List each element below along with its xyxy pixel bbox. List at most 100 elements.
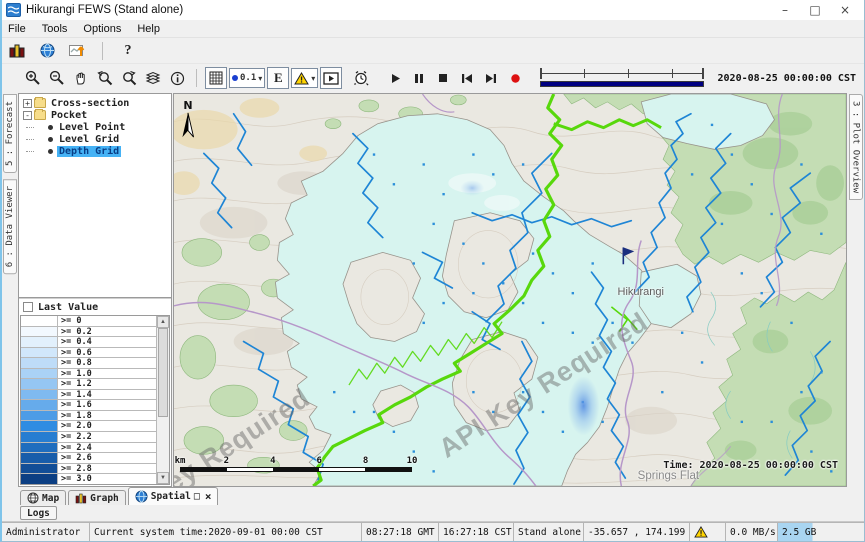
- zoom-previous-icon[interactable]: [94, 67, 116, 89]
- expand-icon[interactable]: +: [23, 99, 32, 108]
- info-icon[interactable]: [166, 67, 188, 89]
- time-slider[interactable]: [538, 68, 705, 88]
- tab-forecast[interactable]: 5 : Forecast: [3, 94, 17, 173]
- menu-tools[interactable]: Tools: [42, 23, 68, 35]
- database-icon[interactable]: [6, 40, 28, 62]
- app-window: Hikurangi FEWS (Stand alone) – □ × File …: [0, 0, 865, 542]
- scale-segment: [365, 468, 411, 471]
- data-viewer-panel: +Cross-section-PocketLevel PointLevel Gr…: [18, 93, 172, 487]
- bullet-icon: [48, 149, 53, 154]
- timeseries-dialog-icon[interactable]: [66, 40, 88, 62]
- help-button[interactable]: ?: [117, 40, 139, 62]
- legend-list: >= 0>= 0.2>= 0.4>= 0.6>= 0.8>= 1.0>= 1.2…: [20, 315, 170, 485]
- scale-tick-label: 10: [407, 456, 418, 466]
- classbreaks-dot-icon: [232, 75, 238, 81]
- stop-button[interactable]: [432, 67, 454, 89]
- legend-toggle-button[interactable]: E: [267, 67, 289, 89]
- legend-value-label: >= 1.6: [58, 400, 156, 410]
- tree-connector: [26, 151, 34, 152]
- menu-help[interactable]: Help: [137, 23, 160, 35]
- legend-value-label: >= 0.8: [58, 358, 156, 368]
- minimize-button[interactable]: –: [770, 3, 800, 17]
- grid-display-button[interactable]: [205, 67, 227, 89]
- tab-restore-icon[interactable]: □: [194, 491, 200, 502]
- menu-options[interactable]: Options: [83, 23, 121, 35]
- last-value-checkbox[interactable]: [23, 302, 33, 312]
- scroll-up-icon[interactable]: ▲: [157, 316, 169, 328]
- legend-color-swatch: [21, 432, 58, 442]
- legend-color-swatch: [21, 337, 58, 347]
- logs-tab[interactable]: Logs: [20, 506, 57, 520]
- menu-bar: File Tools Options Help: [2, 20, 864, 38]
- legend-row: >= 0.8: [21, 358, 156, 369]
- tree-item-cross-section[interactable]: +Cross-section: [21, 97, 171, 109]
- north-arrow: N: [181, 99, 195, 141]
- tree-item-level-grid[interactable]: Level Grid: [21, 133, 171, 145]
- tab-graph[interactable]: Graph: [68, 490, 126, 505]
- go-first-button[interactable]: [456, 67, 478, 89]
- classbreaks-dropdown[interactable]: 0.1 ▾: [229, 68, 265, 88]
- zoom-next-icon[interactable]: [118, 67, 140, 89]
- scroll-thumb[interactable]: [158, 328, 168, 417]
- legend-row: >= 1.2: [21, 379, 156, 390]
- tree-item-depth-grid[interactable]: Depth Grid: [21, 145, 171, 157]
- scroll-down-icon[interactable]: ▼: [157, 472, 169, 484]
- legend-color-swatch: [21, 453, 58, 463]
- legend-value-label: >= 2.4: [58, 443, 156, 453]
- globe-blue-icon: [135, 490, 148, 503]
- tab-close-icon[interactable]: ×: [205, 490, 212, 503]
- scale-bar-segments: [180, 467, 412, 472]
- scroll-track[interactable]: [157, 328, 169, 472]
- status-alerts[interactable]: [690, 523, 726, 541]
- legend-scrollbar[interactable]: ▲ ▼: [156, 316, 169, 484]
- toolbar-separator: [102, 42, 103, 60]
- scale-tick-label: 6: [316, 456, 321, 466]
- status-system-time: Current system time:2020-09-01 00:00 CST: [90, 523, 362, 541]
- legend-rows: >= 0>= 0.2>= 0.4>= 0.6>= 0.8>= 1.0>= 1.2…: [21, 316, 156, 485]
- time-slider-range-bar[interactable]: [540, 81, 703, 87]
- tab-graph-label: Graph: [90, 493, 119, 504]
- zoom-in-icon[interactable]: [22, 67, 44, 89]
- map-label-springs-flat: Springs Flat: [638, 470, 699, 482]
- tab-data-viewer[interactable]: 6 : Data Viewer: [3, 179, 17, 274]
- legend-value-label: >= 2.8: [58, 464, 156, 474]
- pan-hand-icon[interactable]: [70, 67, 92, 89]
- classbreaks-value: 0.1: [240, 73, 256, 83]
- title-bar: Hikurangi FEWS (Stand alone) – □ ×: [2, 0, 864, 20]
- tab-plot-overview[interactable]: 3 : Plot Overview: [849, 94, 863, 200]
- right-tab-strip: 3 : Plot Overview: [847, 92, 864, 487]
- menu-file[interactable]: File: [8, 23, 26, 35]
- close-button[interactable]: ×: [830, 3, 860, 17]
- tab-spatial[interactable]: Spatial □ ×: [128, 487, 219, 505]
- legend-color-swatch: [21, 400, 58, 410]
- legend-color-swatch: [21, 358, 58, 368]
- legend-color-swatch: [21, 464, 58, 474]
- go-last-button[interactable]: [480, 67, 502, 89]
- zoom-out-icon[interactable]: [46, 67, 68, 89]
- tree-item-pocket[interactable]: -Pocket: [21, 109, 171, 121]
- tree-item-level-point[interactable]: Level Point: [21, 121, 171, 133]
- dock-tabs: Map Graph Spatial □ ×: [2, 487, 864, 505]
- legend-row: >= 1.4: [21, 390, 156, 401]
- pause-button[interactable]: [408, 67, 430, 89]
- play-button[interactable]: [384, 67, 406, 89]
- collapse-icon[interactable]: -: [23, 111, 32, 120]
- warning-dropdown[interactable]: ▾: [291, 68, 318, 88]
- maximize-button[interactable]: □: [800, 3, 830, 17]
- animation-window-button[interactable]: [320, 67, 342, 89]
- map-view[interactable]: N API Key Required API Key Required Hiku…: [173, 93, 847, 487]
- legend-row: >= 0.4: [21, 337, 156, 348]
- window-title: Hikurangi FEWS (Stand alone): [26, 4, 183, 16]
- legend-color-swatch: [21, 379, 58, 389]
- last-value-row: Last Value: [19, 299, 171, 315]
- map-display-icon[interactable]: [36, 40, 58, 62]
- tab-spatial-label: Spatial: [151, 491, 191, 502]
- animation-timer-icon[interactable]: [350, 67, 372, 89]
- legend-row: >= 2.8: [21, 464, 156, 475]
- record-button[interactable]: [504, 67, 526, 89]
- layers-icon[interactable]: [142, 67, 164, 89]
- main-area: 5 : Forecast 6 : Data Viewer +Cross-sect…: [2, 92, 864, 487]
- status-throughput: 0.0 MB/s: [726, 523, 778, 541]
- tab-map[interactable]: Map: [20, 490, 66, 505]
- current-datetime-label: 2020-08-25 00:00:00 CST: [714, 73, 860, 84]
